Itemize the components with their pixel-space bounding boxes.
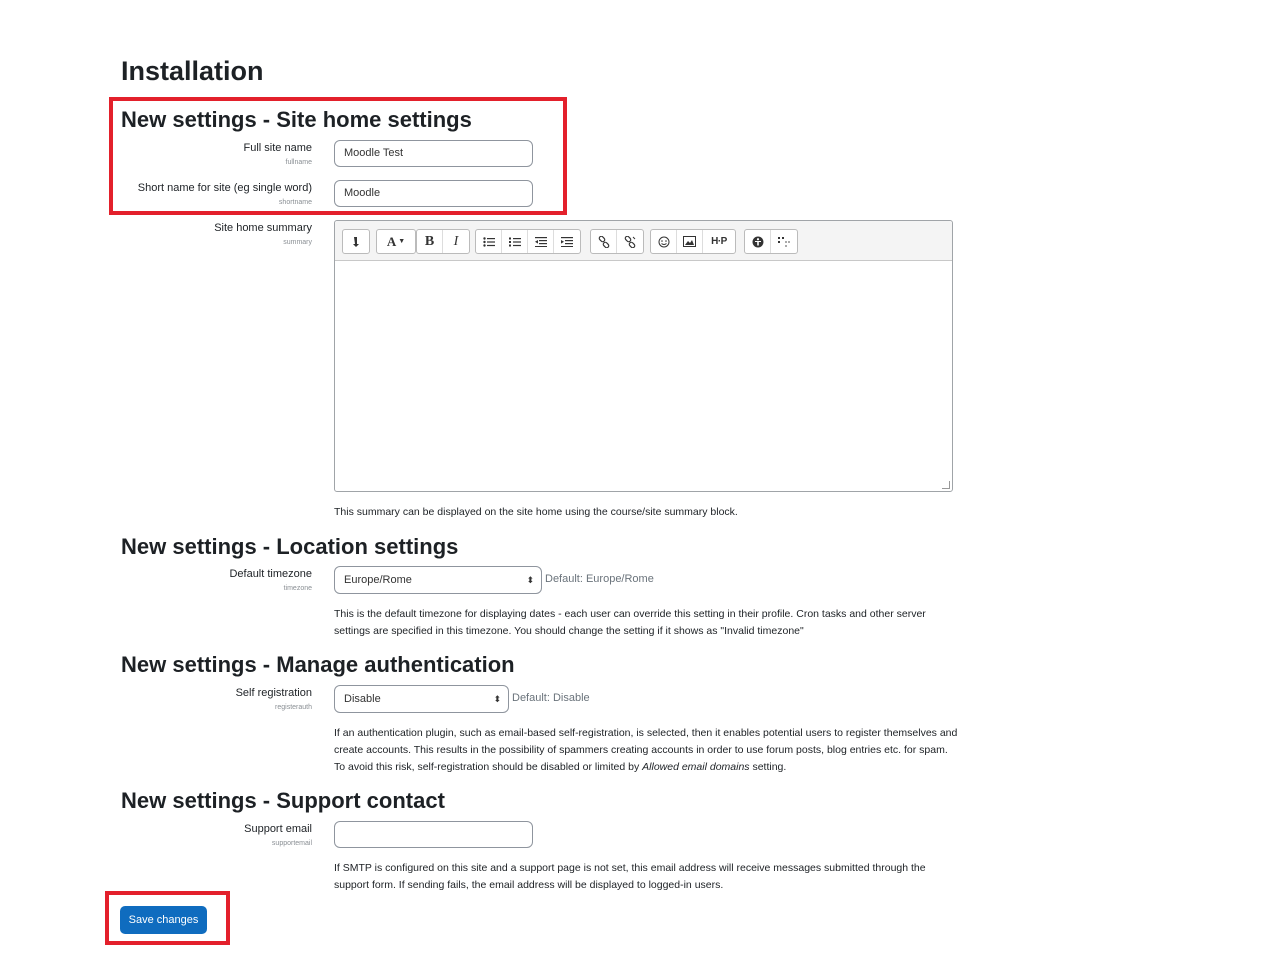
accessibility-checker-icon[interactable] xyxy=(745,230,771,253)
toolbar-group-media: H·P xyxy=(650,229,736,254)
section-heading-location: New settings - Location settings xyxy=(121,534,459,559)
page-title: Installation xyxy=(121,56,264,86)
allowed-email-domains-text: Allowed email domains xyxy=(642,761,750,773)
bold-icon[interactable]: B xyxy=(417,230,443,253)
registerauth-select[interactable]: Disable ⬍ xyxy=(334,685,509,713)
editor-toolbar: A ▼ B I H·P xyxy=(335,221,952,261)
registerauth-description: If an authentication plugin, such as ema… xyxy=(334,727,958,773)
collapse-icon[interactable] xyxy=(343,230,369,253)
summary-description: This summary can be displayed on the sit… xyxy=(334,506,738,518)
link-icon[interactable] xyxy=(591,230,617,253)
italic-icon[interactable]: I xyxy=(443,230,469,253)
select-caret-icon: ⬍ xyxy=(493,694,501,704)
h5p-icon[interactable]: H·P xyxy=(703,230,735,253)
registerauth-key: registerauth xyxy=(275,704,312,711)
outdent-icon[interactable] xyxy=(528,230,554,253)
toolbar-group-lists xyxy=(475,229,581,254)
toolbar-group-style: A ▼ xyxy=(376,229,416,254)
resize-handle[interactable] xyxy=(942,481,950,489)
emoji-icon[interactable] xyxy=(651,230,677,253)
toolbar-group-collapse xyxy=(342,229,370,254)
section-heading-support: New settings - Support contact xyxy=(121,788,445,813)
summary-editor: A ▼ B I H·P xyxy=(334,220,953,492)
summary-textarea[interactable] xyxy=(335,262,952,491)
toolbar-group-links xyxy=(590,229,644,254)
timezone-default: Default: Europe/Rome xyxy=(545,573,654,585)
highlight-box-site-home xyxy=(109,97,567,215)
supportemail-label: Support email xyxy=(244,823,312,835)
timezone-select[interactable]: Europe/Rome ⬍ xyxy=(334,566,542,594)
screenreader-helper-icon[interactable] xyxy=(771,230,797,253)
ordered-list-icon[interactable] xyxy=(502,230,528,253)
select-caret-icon: ⬍ xyxy=(526,575,534,585)
registerauth-default: Default: Disable xyxy=(512,692,590,704)
timezone-label: Default timezone xyxy=(229,568,312,580)
image-icon[interactable] xyxy=(677,230,703,253)
supportemail-input[interactable] xyxy=(334,821,533,848)
timezone-key: timezone xyxy=(283,585,312,592)
unlink-icon[interactable] xyxy=(617,230,643,253)
timezone-select-value: Europe/Rome xyxy=(344,574,412,586)
registerauth-select-value: Disable xyxy=(344,693,381,705)
indent-icon[interactable] xyxy=(554,230,580,253)
text-style-icon[interactable]: A ▼ xyxy=(377,230,415,253)
registerauth-label: Self registration xyxy=(235,687,312,699)
toolbar-group-format: B I xyxy=(416,229,470,254)
unordered-list-icon[interactable] xyxy=(476,230,502,253)
section-heading-auth: New settings - Manage authentication xyxy=(121,652,515,677)
timezone-description: This is the default timezone for display… xyxy=(334,608,926,637)
highlight-box-save xyxy=(105,891,230,945)
supportemail-description: If SMTP is configured on this site and a… xyxy=(334,862,926,891)
summary-key: summary xyxy=(283,239,312,246)
summary-label: Site home summary xyxy=(214,222,312,234)
toolbar-group-accessibility xyxy=(744,229,798,254)
supportemail-key: supportemail xyxy=(271,840,312,847)
